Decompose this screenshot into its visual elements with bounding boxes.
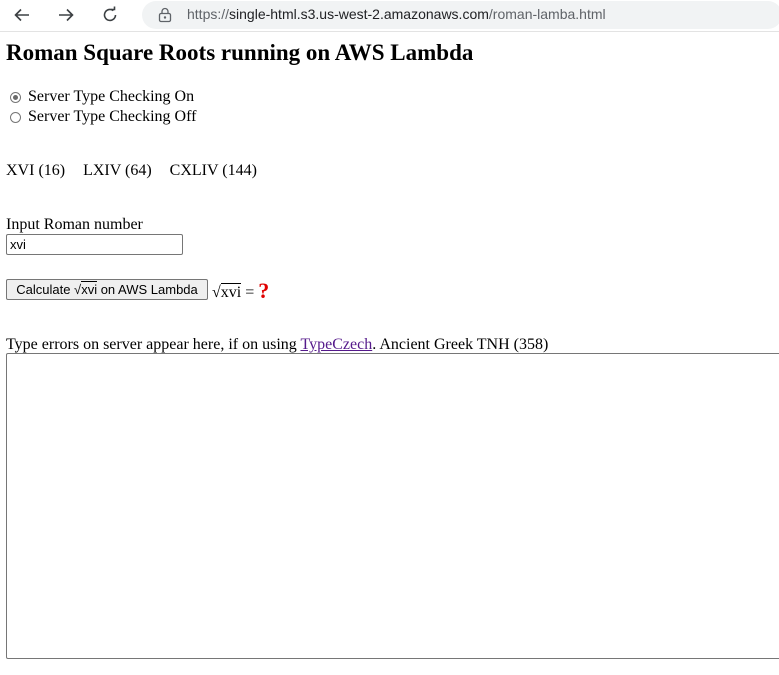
- example-item: LXIV (64): [83, 162, 152, 179]
- calculate-label-suffix: on AWS Lambda: [97, 282, 198, 297]
- result-display: √xvi =?: [212, 278, 269, 304]
- radio-off-label: Server Type Checking Off: [28, 108, 197, 125]
- page-title: Roman Square Roots running on AWS Lambda: [6, 40, 474, 65]
- type-errors-textarea[interactable]: [6, 353, 779, 659]
- reload-button[interactable]: [97, 3, 123, 27]
- radio-on-label: Server Type Checking On: [28, 88, 195, 105]
- radio-off-button[interactable]: [10, 111, 21, 123]
- url-text: https://single-html.s3.us-west-2.amazona…: [187, 6, 606, 22]
- errors-label: Type errors on server appear here, if on…: [6, 336, 548, 354]
- calculate-label-arg: xvi: [81, 281, 98, 297]
- typeczech-link[interactable]: TypeCzech: [300, 336, 372, 353]
- arrow-left-icon: [14, 8, 29, 22]
- input-label: Input Roman number: [6, 216, 143, 233]
- calculate-label-prefix: Calculate √: [16, 282, 82, 297]
- roman-number-input[interactable]: [6, 234, 183, 255]
- radio-type-checking-off[interactable]: Server Type Checking Off: [10, 108, 196, 126]
- back-button[interactable]: [9, 3, 35, 27]
- example-item: XVI (16): [6, 162, 66, 179]
- arrow-right-icon: [59, 8, 74, 22]
- radio-on-button[interactable]: [10, 91, 21, 103]
- site-info-icon[interactable]: [158, 7, 172, 23]
- url-host: single-html.s3.us-west-2.amazonaws.com: [229, 6, 489, 22]
- calculate-button[interactable]: Calculate √xvi on AWS Lambda: [6, 279, 208, 300]
- forward-button[interactable]: [53, 3, 79, 27]
- result-value: ?: [258, 278, 270, 303]
- result-arg: xvi: [220, 283, 242, 301]
- address-bar[interactable]: https://single-html.s3.us-west-2.amazona…: [142, 1, 779, 29]
- url-path: /roman-lamba.html: [488, 6, 606, 22]
- example-item: CXLIV (144): [169, 162, 257, 179]
- reload-icon: [103, 6, 117, 22]
- errors-text: Type errors on server appear here, if on…: [6, 336, 301, 353]
- result-equals: =: [241, 284, 255, 301]
- url-scheme: https://: [187, 6, 230, 22]
- sqrt-symbol: √: [212, 284, 221, 301]
- browser-toolbar: https://single-html.s3.us-west-2.amazona…: [0, 0, 779, 32]
- errors-suffix: . Ancient Greek TNH (358): [372, 336, 549, 353]
- examples-list: XVI (16) LXIV (64) CXLIV (144): [6, 162, 271, 180]
- radio-type-checking-on[interactable]: Server Type Checking On: [10, 88, 194, 106]
